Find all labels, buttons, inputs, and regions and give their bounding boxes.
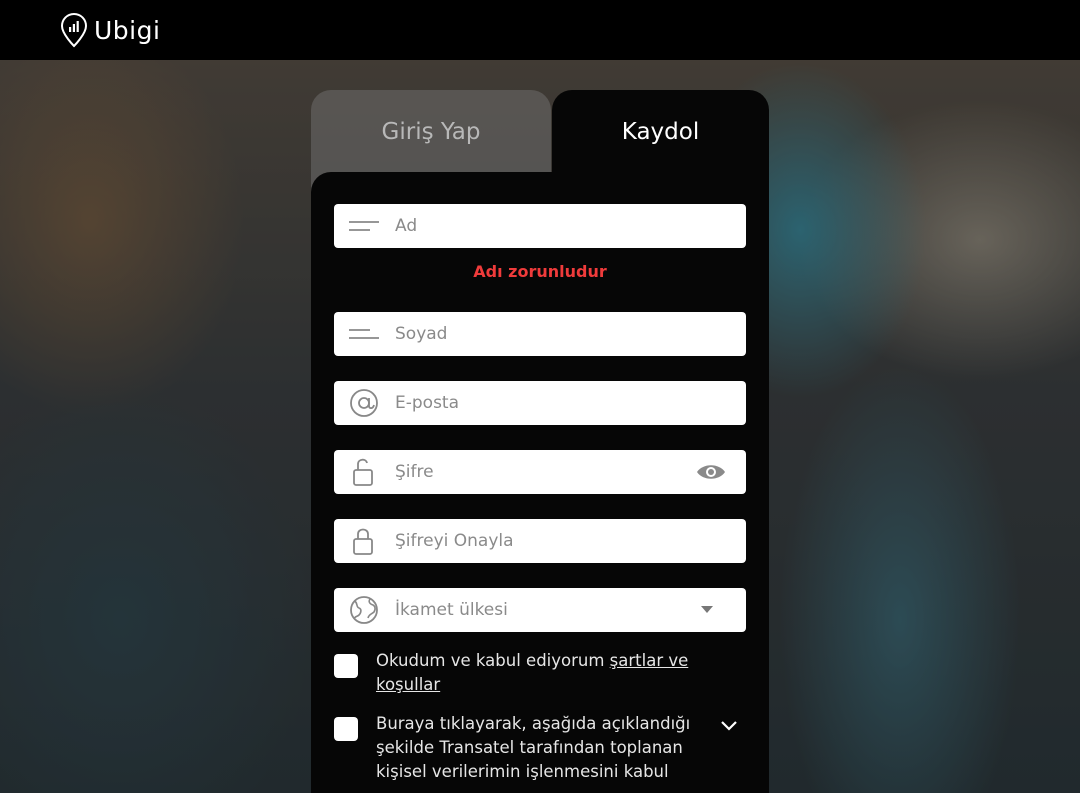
caret-down-icon: [701, 606, 713, 613]
first-name-field[interactable]: [334, 204, 746, 248]
confirm-password-input[interactable]: [395, 519, 685, 563]
chevron-down-icon[interactable]: [719, 719, 739, 733]
email-input[interactable]: [395, 381, 685, 425]
unlock-icon: [353, 458, 373, 486]
terms-text: Okudum ve kabul ediyorum: [376, 651, 610, 670]
password-input[interactable]: [395, 450, 685, 494]
country-select[interactable]: İkamet ülkesi: [334, 588, 746, 632]
first-name-input[interactable]: [395, 204, 685, 248]
confirm-password-field[interactable]: [334, 519, 746, 563]
name-lines-icon: [349, 221, 379, 231]
lock-icon: [353, 528, 373, 555]
brand-name: Ubigi: [94, 15, 161, 45]
signup-form: Adı zorunludur: [311, 172, 769, 793]
first-name-error: Adı zorunludur: [473, 262, 607, 281]
name-lines-icon: [349, 329, 379, 339]
email-field[interactable]: [334, 381, 746, 425]
globe-icon: [350, 596, 378, 624]
brand-logo[interactable]: Ubigi: [60, 12, 160, 48]
terms-checkbox[interactable]: [334, 654, 358, 678]
country-select-label: İkamet ülkesi: [395, 600, 508, 620]
top-bar: Ubigi: [0, 0, 1080, 60]
password-field[interactable]: [334, 450, 746, 494]
location-pin-icon: [60, 12, 88, 48]
consent-label: Buraya tıklayarak, aşağıda açıklandığı ş…: [376, 714, 691, 781]
at-sign-icon: [350, 389, 378, 417]
eye-icon[interactable]: [696, 461, 726, 483]
terms-label: Okudum ve kabul ediyorum şartlar ve koşu…: [376, 649, 706, 697]
consent-checkbox[interactable]: [334, 717, 358, 741]
last-name-input[interactable]: [395, 312, 685, 356]
last-name-field[interactable]: [334, 312, 746, 356]
